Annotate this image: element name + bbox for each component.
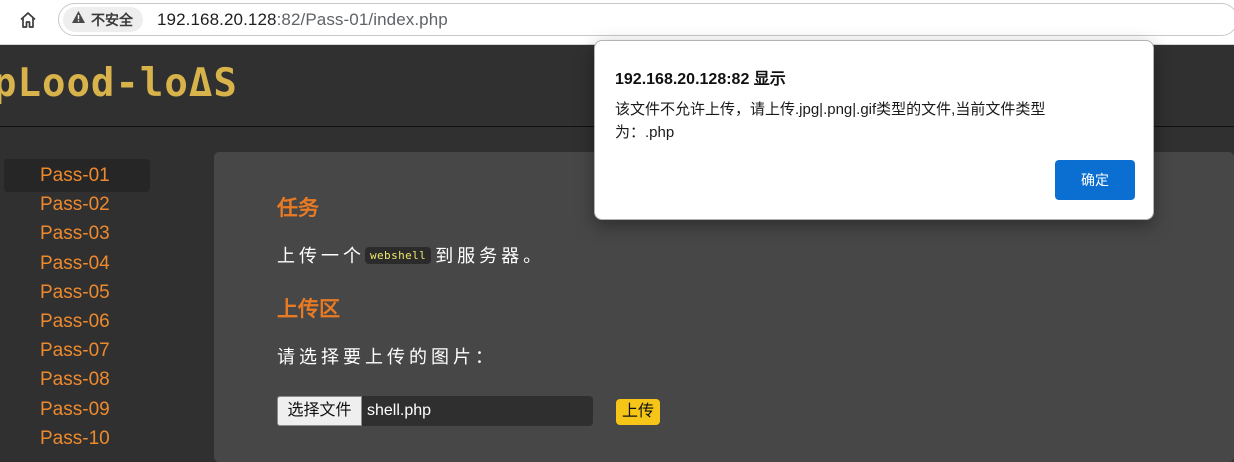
home-button[interactable] [14,8,42,36]
task-prefix: 上传一个 [277,246,365,266]
security-indicator[interactable]: 不安全 [63,7,143,32]
browser-toolbar: 不安全 192.168.20.128:82/Pass-01/index.php [0,0,1234,45]
upload-title: 上传区 [277,298,340,321]
dialog-title: 192.168.20.128:82 显示 [615,71,786,88]
sidebar-item-pass-10[interactable]: Pass-10 [4,422,150,455]
ok-button[interactable]: 确定 [1055,160,1135,200]
address-bar[interactable]: 不安全 192.168.20.128:82/Pass-01/index.php [58,3,1234,36]
sidebar-item-pass-08[interactable]: Pass-08 [4,363,150,396]
dialog-message: 该文件不允许上传，请上传.jpg|.png|.gif类型的文件,当前文件类型为：… [615,101,1046,141]
task-title: 任务 [277,197,319,220]
site-logo[interactable]: pLood-loΔS [0,61,238,106]
url-text[interactable]: 192.168.20.128:82/Pass-01/index.php [157,10,448,30]
file-input[interactable]: 选择文件 shell.php [277,396,593,426]
sidebar-item-pass-02[interactable]: Pass-02 [4,188,150,221]
security-label: 不安全 [91,11,133,28]
url-host: 192.168.20.128 [157,10,277,29]
upload-button[interactable]: 上传 [616,399,660,425]
sidebar-item-pass-03[interactable]: Pass-03 [4,217,150,250]
task-description: 上传一个 webshell 到服务器。 [277,242,545,268]
selected-file-name: shell.php [367,402,432,419]
url-path: :82/Pass-01/index.php [276,10,448,29]
choose-file-button[interactable]: 选择文件 [277,396,362,426]
sidebar-nav: Pass-01 Pass-02 Pass-03 Pass-04 Pass-05 Pass-… [0,127,214,453]
warning-icon [71,10,86,29]
upload-prompt: 请选择要上传的图片： [277,347,497,367]
sidebar-item-pass-05[interactable]: Pass-05 [4,276,150,309]
sidebar-item-pass-07[interactable]: Pass-07 [4,334,150,367]
code-webshell: webshell [365,246,432,264]
sidebar-item-pass-01[interactable]: Pass-01 [4,159,150,192]
sidebar-item-pass-09[interactable]: Pass-09 [4,393,150,426]
sidebar-item-pass-06[interactable]: Pass-06 [4,305,150,338]
sidebar-item-pass-04[interactable]: Pass-04 [4,247,150,280]
home-icon [18,10,38,35]
task-suffix: 到服务器。 [435,246,546,266]
alert-dialog: 192.168.20.128:82 显示 该文件不允许上传，请上传.jpg|.p… [594,40,1154,220]
